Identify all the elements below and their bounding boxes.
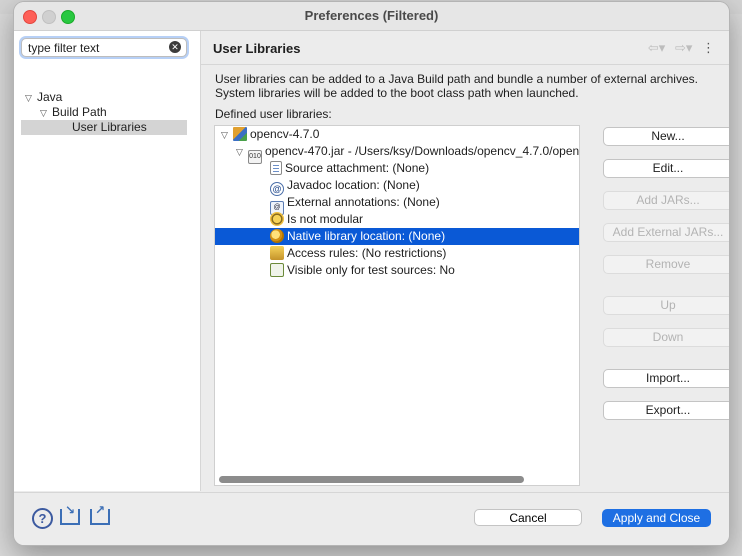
- test-sources-row[interactable]: Visible only for test sources: No: [215, 262, 579, 279]
- down-button[interactable]: Down: [603, 328, 729, 347]
- chevron-down-icon[interactable]: ▽: [236, 144, 248, 161]
- preference-navigation: ✕ ▽Java ▽Build Path User Libraries: [14, 31, 201, 491]
- apply-and-close-button[interactable]: Apply and Close: [602, 509, 711, 527]
- import-button[interactable]: Import...: [603, 369, 729, 388]
- title-separator: [201, 64, 729, 65]
- up-button[interactable]: Up: [603, 296, 729, 315]
- remove-button[interactable]: Remove: [603, 255, 729, 274]
- add-jars-button[interactable]: Add JARs...: [603, 191, 729, 210]
- import-preferences-icon[interactable]: ↘: [60, 503, 80, 525]
- nav-item-java[interactable]: ▽ Java: [25, 90, 62, 105]
- preference-page: User Libraries ⇦▾ ⇨▾ ⋮ User libraries ca…: [201, 31, 729, 491]
- javadoc-location-row[interactable]: @ Javadoc location: (None): [215, 177, 579, 196]
- add-external-jars-button[interactable]: Add External JARs...: [603, 223, 729, 242]
- user-libraries-tree[interactable]: ▽ opencv-4.7.0 ▽ 010 opencv-470.jar - /User…: [214, 125, 580, 486]
- new-button[interactable]: New...: [603, 127, 729, 146]
- defined-libraries-label: Defined user libraries:: [215, 107, 332, 121]
- page-navigation: ⇦▾ ⇨▾ ⋮: [642, 40, 715, 56]
- native-library-icon: [270, 229, 284, 243]
- access-rules-icon: [270, 246, 284, 260]
- chevron-down-icon[interactable]: ▽: [25, 91, 37, 106]
- page-title: User Libraries: [213, 41, 301, 56]
- access-rules-row[interactable]: Access rules: (No restrictions): [215, 245, 579, 262]
- nav-item-user-libraries[interactable]: User Libraries: [72, 120, 147, 135]
- source-attachment-row[interactable]: Source attachment: (None): [215, 160, 579, 177]
- native-library-row[interactable]: Native library location: (None): [215, 228, 579, 245]
- library-row-opencv[interactable]: ▽ opencv-4.7.0: [215, 126, 579, 143]
- nav-item-build-path[interactable]: ▽ Build Path: [40, 105, 107, 120]
- page-description: User libraries can be added to a Java Bu…: [215, 72, 698, 100]
- export-preferences-icon[interactable]: ↗: [90, 503, 110, 525]
- export-button[interactable]: Export...: [603, 401, 729, 420]
- help-icon[interactable]: ?: [32, 508, 53, 529]
- preferences-dialog: Preferences (Filtered) ✕ ▽Java ▽Build Pa…: [14, 2, 729, 545]
- test-sources-icon: [270, 263, 284, 277]
- background-dialog-buttons: [728, 280, 742, 480]
- window-title: Preferences (Filtered): [304, 8, 439, 23]
- filter-box[interactable]: ✕: [21, 38, 187, 57]
- source-attachment-icon: [270, 161, 282, 175]
- forward-arrow-icon[interactable]: ⇨▾: [675, 40, 692, 56]
- cancel-button[interactable]: Cancel: [474, 509, 582, 526]
- back-arrow-icon[interactable]: ⇦▾: [648, 40, 665, 56]
- view-menu-icon[interactable]: ⋮: [702, 40, 715, 56]
- clear-filter-icon[interactable]: ✕: [169, 41, 181, 53]
- external-annotations-row[interactable]: @ External annotations: (None): [215, 194, 579, 215]
- dialog-footer: ? ↘ ↗ Cancel Apply and Close: [14, 492, 729, 545]
- title-bar: Preferences (Filtered): [14, 2, 729, 31]
- edit-button[interactable]: Edit...: [603, 159, 729, 178]
- chevron-down-icon[interactable]: ▽: [221, 127, 233, 144]
- chevron-down-icon[interactable]: ▽: [40, 106, 52, 121]
- jar-row[interactable]: ▽ 010 opencv-470.jar - /Users/ksy/Download…: [215, 143, 579, 164]
- filter-input[interactable]: [28, 40, 164, 55]
- modular-row[interactable]: Is not modular: [215, 211, 579, 228]
- horizontal-scrollbar[interactable]: [219, 476, 524, 483]
- library-icon: [233, 127, 247, 141]
- module-icon: [270, 212, 284, 226]
